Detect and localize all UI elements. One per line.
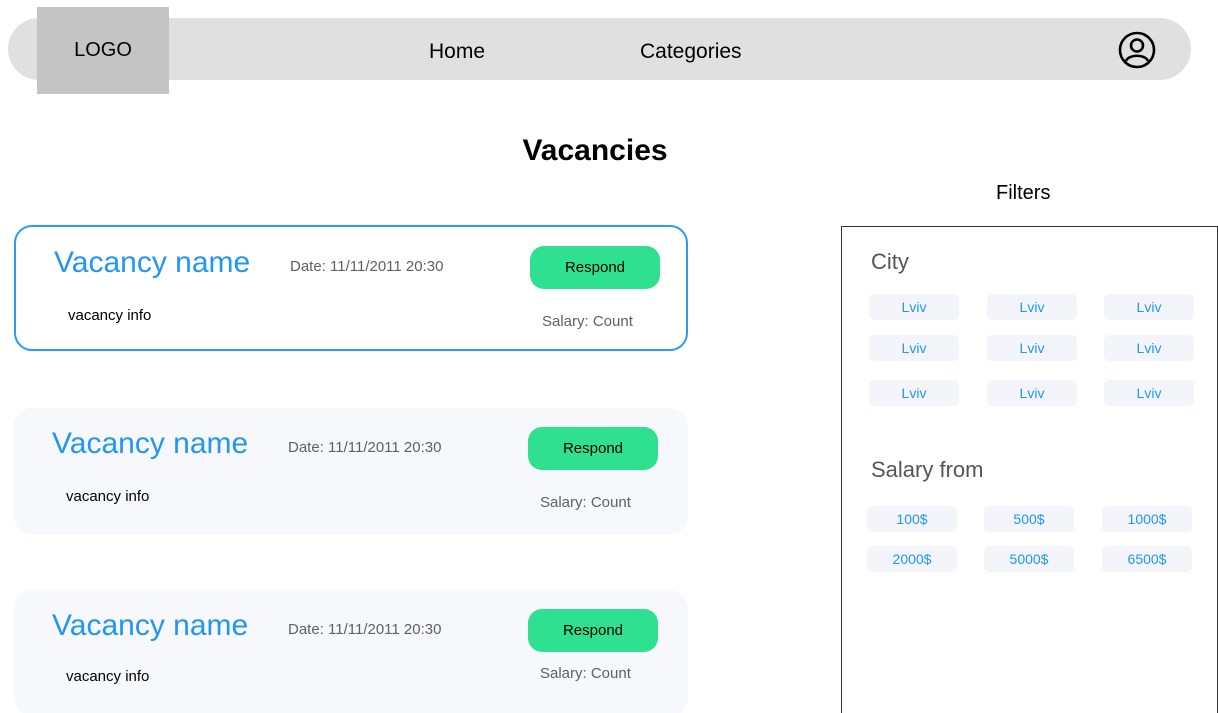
top-navbar: [8, 18, 1191, 80]
vacancy-info: vacancy info: [66, 668, 150, 685]
vacancy-name[interactable]: Vacancy name: [52, 427, 248, 461]
city-chip[interactable]: Lviv: [987, 380, 1077, 406]
city-chip[interactable]: Lviv: [869, 294, 959, 320]
vacancy-card[interactable]: Vacancy name Date: 11/11/2011 20:30 Resp…: [14, 590, 688, 713]
respond-button[interactable]: Respond: [530, 246, 660, 289]
vacancy-card[interactable]: Vacancy name Date: 11/11/2011 20:30 Resp…: [14, 408, 688, 534]
vacancy-name[interactable]: Vacancy name: [52, 609, 248, 643]
city-chip[interactable]: Lviv: [987, 294, 1077, 320]
city-chip[interactable]: Lviv: [1104, 380, 1194, 406]
city-filter-label: City: [871, 249, 909, 274]
vacancy-salary: Salary: Count: [542, 313, 633, 330]
city-chip[interactable]: Lviv: [869, 335, 959, 361]
respond-button[interactable]: Respond: [528, 427, 658, 470]
vacancy-date: Date: 11/11/2011 20:30: [288, 439, 442, 456]
user-icon[interactable]: [1117, 30, 1157, 70]
vacancy-date: Date: 11/11/2011 20:30: [290, 258, 444, 275]
filters-title: Filters: [996, 182, 1051, 204]
salary-chip[interactable]: 100$: [867, 506, 957, 532]
vacancy-name[interactable]: Vacancy name: [54, 246, 250, 280]
salary-chip[interactable]: 6500$: [1102, 546, 1192, 572]
city-chip[interactable]: Lviv: [987, 335, 1077, 361]
vacancy-salary: Salary: Count: [540, 665, 631, 682]
salary-chip[interactable]: 1000$: [1102, 506, 1192, 532]
vacancy-salary: Salary: Count: [540, 494, 631, 511]
vacancy-info: vacancy info: [68, 307, 152, 324]
salary-filter-label: Salary from: [871, 457, 984, 482]
vacancy-date: Date: 11/11/2011 20:30: [288, 621, 442, 638]
page-title: Vacancies: [522, 134, 668, 167]
city-chip[interactable]: Lviv: [869, 380, 959, 406]
city-chip[interactable]: Lviv: [1104, 335, 1194, 361]
salary-chip[interactable]: 2000$: [867, 546, 957, 572]
salary-chip[interactable]: 500$: [984, 506, 1074, 532]
city-chip[interactable]: Lviv: [1104, 294, 1194, 320]
nav-home-link[interactable]: Home: [429, 38, 485, 66]
vacancy-card[interactable]: Vacancy name Date: 11/11/2011 20:30 Resp…: [14, 225, 688, 351]
logo[interactable]: LOGO: [37, 7, 169, 94]
respond-button[interactable]: Respond: [528, 609, 658, 652]
vacancy-info: vacancy info: [66, 488, 150, 505]
salary-chip[interactable]: 5000$: [984, 546, 1074, 572]
nav-categories-link[interactable]: Categories: [640, 38, 742, 66]
filters-panel: City Lviv Lviv Lviv Lviv Lviv Lviv Lviv …: [841, 226, 1218, 713]
